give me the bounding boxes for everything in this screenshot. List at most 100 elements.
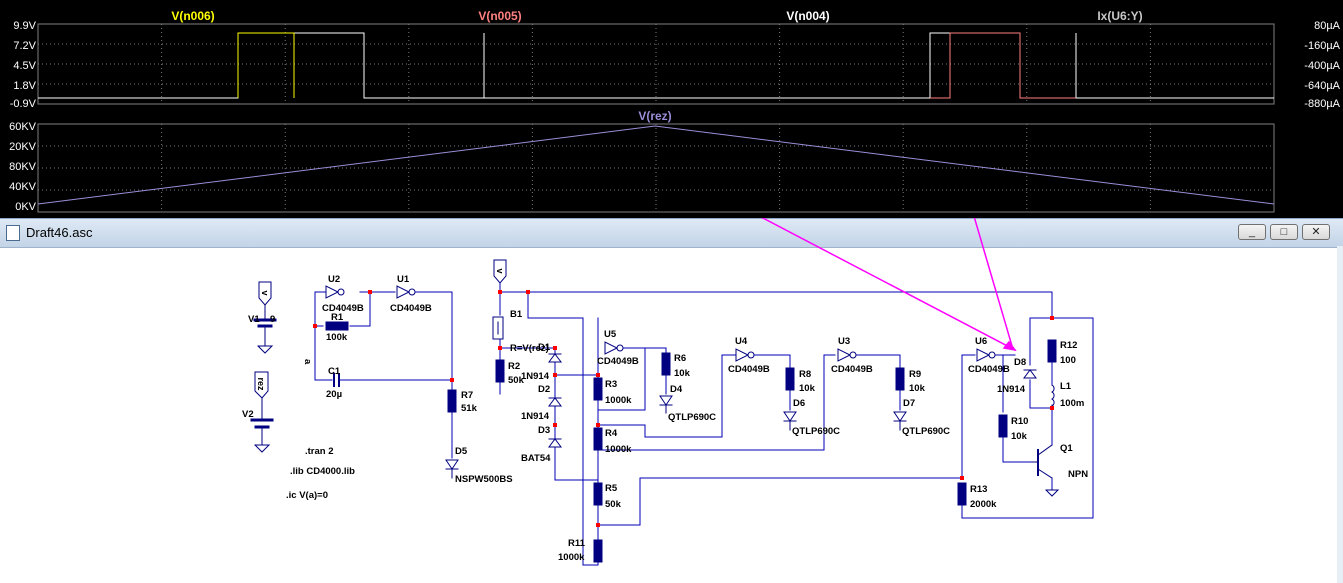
- resistor-body[interactable]: [593, 427, 603, 451]
- q1-transistor[interactable]: [1031, 444, 1060, 497]
- resistor-body[interactable]: [661, 352, 671, 376]
- resistor-body[interactable]: [593, 377, 603, 401]
- d7-led[interactable]: [893, 411, 907, 422]
- trace-label-n004[interactable]: V(n004): [786, 9, 829, 23]
- u5-inverter[interactable]: [604, 341, 619, 355]
- l1-inductor[interactable]: [1050, 384, 1055, 407]
- l1-ref: L1: [1060, 381, 1072, 392]
- resistor-body[interactable]: [785, 367, 795, 391]
- resistor-body[interactable]: [325, 321, 349, 331]
- u6-inverter[interactable]: [976, 348, 991, 362]
- net-flags: [254, 259, 507, 399]
- v1-source[interactable]: [253, 304, 277, 354]
- u6-model: CD4049B: [968, 364, 1010, 375]
- r7-value: 51k: [461, 403, 478, 414]
- q1-value: NPN: [1068, 469, 1088, 480]
- u1-ref: U1: [397, 274, 410, 285]
- d3-ref: D3: [538, 425, 550, 436]
- y-tick-label: 1.8V: [13, 80, 36, 92]
- resistor-body[interactable]: [1047, 339, 1057, 363]
- u6-ref: U6: [975, 336, 987, 347]
- d6-ref: D6: [793, 398, 805, 409]
- v2-source[interactable]: [250, 396, 274, 453]
- directive-ic[interactable]: .ic V(a)=0: [286, 490, 328, 501]
- r11-ref: R11: [568, 538, 586, 549]
- trace-label-ix[interactable]: Ix(U6:Y): [1097, 9, 1142, 23]
- wires: [314, 281, 1094, 566]
- d1-value: 1N914: [521, 371, 550, 382]
- d4-led[interactable]: [659, 395, 673, 406]
- r13-value: 2000k: [970, 499, 997, 510]
- resistor-body[interactable]: [593, 482, 603, 506]
- v1-value: 9: [270, 314, 275, 325]
- d8-diode[interactable]: [1023, 369, 1037, 379]
- y-tick-label: 40KV: [9, 181, 37, 193]
- d2-diode[interactable]: [548, 397, 562, 407]
- c1-value: 20µ: [326, 389, 342, 400]
- y2-tick-label: -880µA: [1304, 98, 1340, 110]
- d5-value: NSPW500BS: [455, 474, 513, 485]
- d6-value: QTLP690C: [792, 426, 840, 437]
- y-tick-label: 60KV: [9, 121, 37, 133]
- d5-led[interactable]: [445, 459, 459, 470]
- r1-value: 100k: [326, 332, 348, 343]
- u2-inverter[interactable]: [325, 285, 340, 299]
- d7-ref: D7: [903, 398, 915, 409]
- r8-ref: R8: [799, 369, 811, 380]
- resistor-body[interactable]: [957, 482, 967, 506]
- b1-source[interactable]: [492, 316, 504, 340]
- junctions: [313, 290, 1054, 527]
- trace-label-rez[interactable]: V(rez): [638, 109, 671, 123]
- u4-ref: U4: [735, 336, 748, 347]
- y-tick-label: 7.2V: [13, 40, 36, 52]
- directive-tran[interactable]: .tran 2: [305, 446, 334, 457]
- r10-ref: R10: [1011, 416, 1028, 427]
- net-label-a: a: [302, 359, 313, 365]
- y2-tick-label: -640µA: [1304, 80, 1340, 92]
- net-flag-v: v: [260, 290, 270, 295]
- inverters: [325, 285, 996, 362]
- waveform-plot[interactable]: V(n006) V(n005) V(n004) Ix(U6:Y) V(rez) …: [0, 0, 1343, 218]
- r1-ref: R1: [331, 312, 344, 323]
- u5-ref: U5: [604, 329, 617, 340]
- resistor-body[interactable]: [895, 367, 905, 391]
- u3-ref: U3: [838, 336, 850, 347]
- r5-value: 50k: [605, 499, 622, 510]
- u1-inverter[interactable]: [396, 285, 411, 299]
- l1-value: 100m: [1060, 398, 1084, 409]
- r4-value: 1000k: [605, 444, 632, 455]
- y-tick-label: 4.5V: [13, 60, 36, 72]
- schematic-canvas[interactable]: v rez v V1 9 V2 a U2 CD4049B U1 CD4049B …: [0, 218, 1343, 583]
- d3-value: BAT54: [521, 453, 551, 464]
- d4-value: QTLP690C: [668, 412, 716, 423]
- u4-inverter[interactable]: [735, 348, 750, 362]
- u3-model: CD4049B: [831, 364, 873, 375]
- trace-label-n005[interactable]: V(n005): [478, 9, 521, 23]
- resistor-body[interactable]: [998, 414, 1008, 438]
- r10-value: 10k: [1011, 431, 1028, 442]
- d6-led[interactable]: [783, 411, 797, 422]
- resistor-body[interactable]: [593, 539, 603, 563]
- directive-lib[interactable]: .lib CD4000.lib: [290, 466, 355, 477]
- v2-ref: V2: [242, 409, 254, 420]
- d1-diode[interactable]: [548, 353, 562, 363]
- y-tick-label: 9.9V: [13, 20, 36, 32]
- resistor-body[interactable]: [447, 389, 457, 413]
- r6-value: 10k: [674, 368, 691, 379]
- u3-inverter[interactable]: [837, 348, 852, 362]
- resistor-body[interactable]: [495, 359, 505, 383]
- trace-label-n006[interactable]: V(n006): [171, 9, 214, 23]
- r9-value: 10k: [909, 383, 926, 394]
- waveform-pane[interactable]: V(n006) V(n005) V(n004) Ix(U6:Y) V(rez) …: [0, 0, 1343, 218]
- r9-ref: R9: [909, 369, 921, 380]
- y-tick-label: 0KV: [15, 201, 36, 213]
- probe-lines: [761, 218, 1017, 352]
- y2-tick-label: -400µA: [1304, 60, 1340, 72]
- v1-ref: V1: [248, 314, 260, 325]
- u4-model: CD4049B: [728, 364, 770, 375]
- schematic-window[interactable]: Draft46.asc _ □ ✕ v rez v V1 9 V2 a U2 C…: [0, 218, 1343, 583]
- d4-ref: D4: [670, 384, 683, 395]
- d3-diode[interactable]: [548, 438, 562, 448]
- d8-value: 1N914: [997, 384, 1026, 395]
- d8-ref: D8: [1014, 357, 1026, 368]
